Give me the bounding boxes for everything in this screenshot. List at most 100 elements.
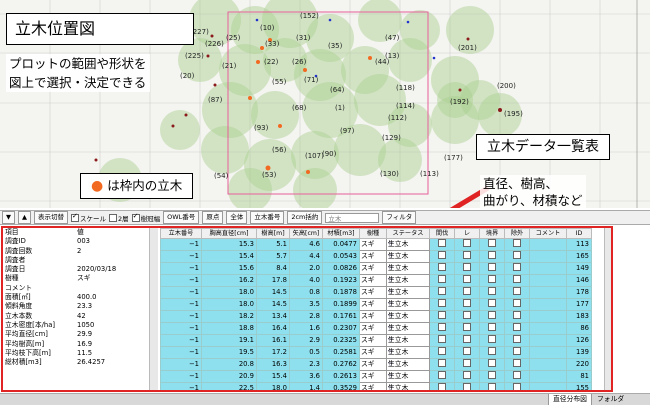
cell-species-select[interactable]: スギ: [359, 310, 387, 323]
cell-thinning-checkbox[interactable]: [429, 310, 455, 323]
cell-status-select[interactable]: ▽ 生立木: [386, 382, 430, 390]
cell-bow[interactable]: 4.4: [289, 250, 323, 263]
survey-info-row[interactable]: 立木密度[本/ha] 1050: [3, 321, 153, 330]
tree-type-select[interactable]: 立木: [325, 212, 380, 223]
cell-thinning-checkbox[interactable]: [429, 334, 455, 347]
cell-exclude-checkbox[interactable]: [504, 334, 530, 347]
cell-comment[interactable]: [529, 274, 567, 287]
collapse-up-button[interactable]: ▲: [18, 211, 31, 224]
cell-id[interactable]: 86: [566, 322, 592, 335]
col-volume[interactable]: 材積[m3]: [322, 228, 360, 239]
checkbox-icon[interactable]: [463, 263, 471, 271]
cell-tree-number[interactable]: −1: [160, 250, 202, 263]
cell-mark-checkbox[interactable]: [454, 334, 480, 347]
cell-tree-number[interactable]: −1: [160, 298, 202, 311]
cell-bow[interactable]: 3.6: [289, 370, 323, 383]
owl-number-button[interactable]: OWL番号: [163, 211, 200, 224]
checkbox-icon[interactable]: [488, 383, 496, 390]
cell-volume[interactable]: 0.0543: [322, 250, 360, 263]
scale-checkbox[interactable]: スケール: [71, 212, 106, 223]
survey-info-row[interactable]: 傾斜角度 23.3: [3, 302, 153, 311]
cell-id[interactable]: 178: [566, 286, 592, 299]
cell-comment[interactable]: [529, 358, 567, 371]
cell-thinning-checkbox[interactable]: [429, 346, 455, 359]
cell-species-select[interactable]: スギ: [359, 286, 387, 299]
cell-bow[interactable]: 0.5: [289, 346, 323, 359]
tree-table-row[interactable]: −1 19.5 17.2 0.5 0.2581 スギ ▽ 生立木 139: [160, 346, 592, 359]
tree-number-button[interactable]: 立木番号: [250, 211, 285, 224]
cell-bow[interactable]: 2.8: [289, 310, 323, 323]
cell-status-select[interactable]: ▽ 生立木: [386, 358, 430, 371]
checkbox-icon[interactable]: [488, 311, 496, 319]
tree-table-scrollbar[interactable]: [604, 228, 611, 390]
cell-id[interactable]: 165: [566, 250, 592, 263]
cell-volume[interactable]: 0.0477: [322, 238, 360, 251]
cell-height[interactable]: 15.4: [256, 370, 290, 383]
tree-table-row[interactable]: −1 18.0 14.5 3.5 0.1899 スギ ▽ 生立木 177: [160, 298, 592, 311]
checkbox-icon[interactable]: [438, 275, 446, 283]
cell-dbh[interactable]: 22.5: [201, 382, 257, 390]
tab-folder[interactable]: フォルダ: [593, 394, 628, 405]
checkbox-icon[interactable]: [438, 299, 446, 307]
cell-height[interactable]: 16.3: [256, 358, 290, 371]
checkbox-icon[interactable]: [488, 299, 496, 307]
cell-status-select[interactable]: ▽ 生立木: [386, 274, 430, 287]
cell-tree-number[interactable]: −1: [160, 370, 202, 383]
cell-dbh[interactable]: 15.3: [201, 238, 257, 251]
cell-comment[interactable]: [529, 322, 567, 335]
cell-volume[interactable]: 0.1761: [322, 310, 360, 323]
cell-dbh[interactable]: 18.0: [201, 298, 257, 311]
cell-exclude-checkbox[interactable]: [504, 346, 530, 359]
tree-table-row[interactable]: −1 15.4 5.7 4.4 0.0543 スギ ▽ 生立木 165: [160, 250, 592, 263]
cell-id[interactable]: 146: [566, 274, 592, 287]
cell-species-select[interactable]: スギ: [359, 334, 387, 347]
lock-2cm-button[interactable]: 2cm括約: [287, 211, 323, 224]
checkbox-icon[interactable]: [438, 239, 446, 247]
cell-dbh[interactable]: 19.5: [201, 346, 257, 359]
cell-species-select[interactable]: スギ: [359, 238, 387, 251]
tree-table-row[interactable]: −1 20.9 15.4 3.6 0.2613 スギ ▽ 生立木 81: [160, 370, 592, 383]
cell-exclude-checkbox[interactable]: [504, 274, 530, 287]
cell-volume[interactable]: 0.1923: [322, 274, 360, 287]
cell-species-select[interactable]: スギ: [359, 382, 387, 390]
cell-bow[interactable]: 1.6: [289, 322, 323, 335]
cell-tree-number[interactable]: −1: [160, 286, 202, 299]
cell-mark-checkbox[interactable]: [454, 238, 480, 251]
col-status[interactable]: ステータス: [386, 228, 430, 239]
col-mark[interactable]: レ: [454, 228, 480, 239]
cell-height[interactable]: 5.7: [256, 250, 290, 263]
checkbox-icon[interactable]: [513, 371, 521, 379]
cell-species-select[interactable]: スギ: [359, 370, 387, 383]
cell-status-select[interactable]: ▽ 生立木: [386, 334, 430, 347]
checkbox-icon[interactable]: [488, 287, 496, 295]
cell-volume[interactable]: 0.2581: [322, 346, 360, 359]
cell-height[interactable]: 17.8: [256, 274, 290, 287]
cell-thinning-checkbox[interactable]: [429, 382, 455, 390]
cell-id[interactable]: 220: [566, 358, 592, 371]
checkbox-icon[interactable]: [513, 347, 521, 355]
cell-status-select[interactable]: ▽ 生立木: [386, 298, 430, 311]
checkbox-icon[interactable]: [463, 371, 471, 379]
cell-volume[interactable]: 0.3529: [322, 382, 360, 390]
cell-volume[interactable]: 0.2307: [322, 322, 360, 335]
cell-bow[interactable]: 4.0: [289, 274, 323, 287]
checkbox-icon[interactable]: [463, 275, 471, 283]
checkbox-icon[interactable]: [463, 359, 471, 367]
cell-exclude-checkbox[interactable]: [504, 238, 530, 251]
cell-tree-number[interactable]: −1: [160, 382, 202, 390]
checkbox-icon[interactable]: [438, 335, 446, 343]
cell-thinning-checkbox[interactable]: [429, 238, 455, 251]
checkbox-icon[interactable]: [438, 323, 446, 331]
cell-bow[interactable]: 4.6: [289, 238, 323, 251]
cell-height[interactable]: 8.4: [256, 262, 290, 275]
tree-table-row[interactable]: −1 19.1 16.1 2.9 0.2325 スギ ▽ 生立木 126: [160, 334, 592, 347]
survey-info-value[interactable]: スギ: [75, 274, 153, 283]
checkbox-icon[interactable]: [513, 299, 521, 307]
two-layer-checkbox[interactable]: 2層: [109, 213, 129, 223]
survey-info-row[interactable]: 平均枝下高[m] 11.5: [3, 349, 153, 358]
cell-tree-number[interactable]: −1: [160, 310, 202, 323]
cell-volume[interactable]: 0.0826: [322, 262, 360, 275]
cell-height[interactable]: 16.1: [256, 334, 290, 347]
col-bow[interactable]: 矢高[cm]: [289, 228, 323, 239]
cell-boundary-checkbox[interactable]: [479, 382, 505, 390]
